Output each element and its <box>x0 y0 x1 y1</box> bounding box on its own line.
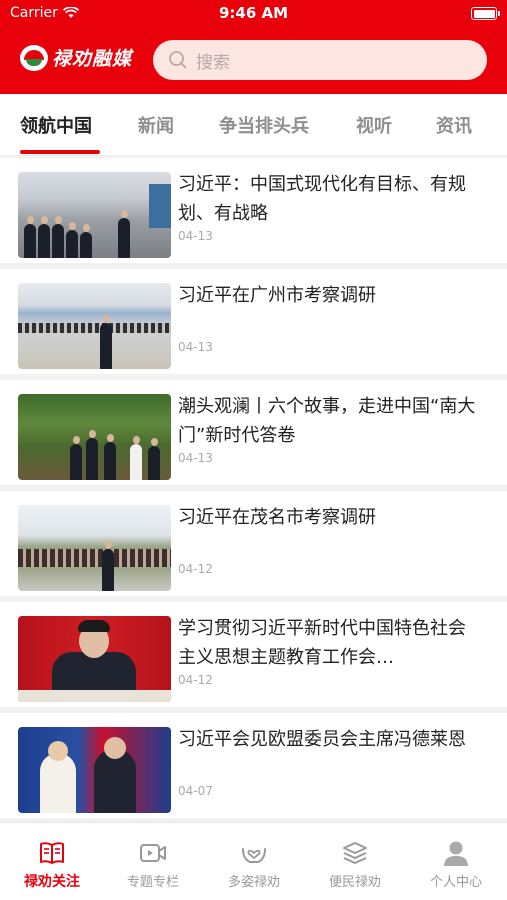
status-bar: Carrier 9:46 AM <box>0 0 507 28</box>
article-date: 04-13 <box>178 451 213 465</box>
tabbar-item-colorful-luquan[interactable]: 多姿禄劝 <box>209 839 299 890</box>
clock: 9:46 AM <box>218 4 289 22</box>
article-date: 04-12 <box>178 673 213 687</box>
article-item[interactable]: 学习贯彻习近平新时代中国特色社会主义思想主题教育工作会… 04-12 <box>0 602 507 707</box>
active-tab-indicator <box>20 150 100 154</box>
article-thumbnail <box>18 394 171 480</box>
article-thumbnail <box>18 172 171 258</box>
search-placeholder: 搜索 <box>196 52 230 73</box>
article-date: 04-13 <box>178 340 213 354</box>
app-logo: 禄劝融媒 <box>20 44 132 71</box>
article-item[interactable]: 习近平会见欧盟委员会主席冯德莱恩 04-07 <box>0 713 507 818</box>
person-icon <box>444 841 468 866</box>
battery-icon <box>471 7 500 20</box>
article-title: 习近平在广州市考察调研 <box>178 285 376 306</box>
article-title: 习近平会见欧盟委员会主席冯德莱恩 <box>178 729 466 750</box>
search-bar[interactable]: 搜索 <box>153 40 487 80</box>
article-thumbnail <box>18 505 171 591</box>
article-date: 04-13 <box>178 229 213 243</box>
hands-heart-icon <box>242 848 266 863</box>
logo-text: 禄劝融媒 <box>52 48 133 70</box>
tabbar-item-special-topics[interactable]: 专题专栏 <box>108 839 198 890</box>
tab-info[interactable]: 资讯 <box>436 112 472 138</box>
tab-pacesetter[interactable]: 争当排头兵 <box>219 112 309 138</box>
article-title: 习近平在茂名市考察调研 <box>178 507 376 528</box>
tab-lingháng-zhongguo[interactable]: 领航中国 <box>20 112 92 138</box>
layers-icon <box>343 842 367 864</box>
book-icon <box>40 842 64 864</box>
tabbar-item-convenience[interactable]: 便民禄劝 <box>310 839 400 890</box>
bottom-tab-bar: 禄劝关注 专题专栏 多姿禄劝 便民禄劝 个人中心 <box>0 822 507 900</box>
article-date: 04-07 <box>178 784 213 798</box>
article-thumbnail <box>18 616 171 702</box>
tabbar-label: 多姿禄劝 <box>227 875 280 890</box>
article-date: 04-12 <box>178 562 213 576</box>
article-item[interactable]: 潮头观澜丨六个故事，走进中国“南大门”新时代答卷 04-13 <box>0 380 507 485</box>
search-icon <box>169 51 187 69</box>
tabbar-label: 便民禄劝 <box>328 875 381 890</box>
tab-audio-video[interactable]: 视听 <box>356 112 392 138</box>
category-tabs: 领航中国 新闻 争当排头兵 视听 资讯 <box>0 94 507 156</box>
article-title: 潮头观澜丨六个故事，走进中国“南大门”新时代答卷 <box>178 396 476 446</box>
tabbar-label: 禄劝关注 <box>24 874 80 890</box>
video-camera-icon <box>140 844 166 862</box>
tabbar-label: 个人中心 <box>429 875 482 890</box>
tabbar-item-luquan-focus[interactable]: 禄劝关注 <box>7 839 97 891</box>
article-title: 习近平：中国式现代化有目标、有规划、有战略 <box>178 174 466 224</box>
logo-mark-icon <box>20 44 48 71</box>
article-item[interactable]: 习近平在广州市考察调研 04-13 <box>0 269 507 374</box>
article-list: 习近平：中国式现代化有目标、有规划、有战略 04-13 习近平在广州市考察调研 … <box>0 156 507 818</box>
article-title: 学习贯彻习近平新时代中国特色社会主义思想主题教育工作会… <box>178 618 466 668</box>
tabbar-item-profile[interactable]: 个人中心 <box>411 839 501 890</box>
tabbar-label: 专题专栏 <box>126 875 179 890</box>
article-item[interactable]: 习近平在茂名市考察调研 04-12 <box>0 491 507 596</box>
tab-news[interactable]: 新闻 <box>138 112 174 138</box>
article-item[interactable]: 习近平：中国式现代化有目标、有规划、有战略 04-13 <box>0 158 507 263</box>
article-thumbnail <box>18 283 171 369</box>
header: Carrier 9:46 AM 禄劝融媒 搜索 <box>0 0 507 94</box>
app-screen: Carrier 9:46 AM 禄劝融媒 搜索 领航中国 新闻 争当排头兵 视听… <box>0 0 507 900</box>
article-thumbnail <box>18 727 171 813</box>
